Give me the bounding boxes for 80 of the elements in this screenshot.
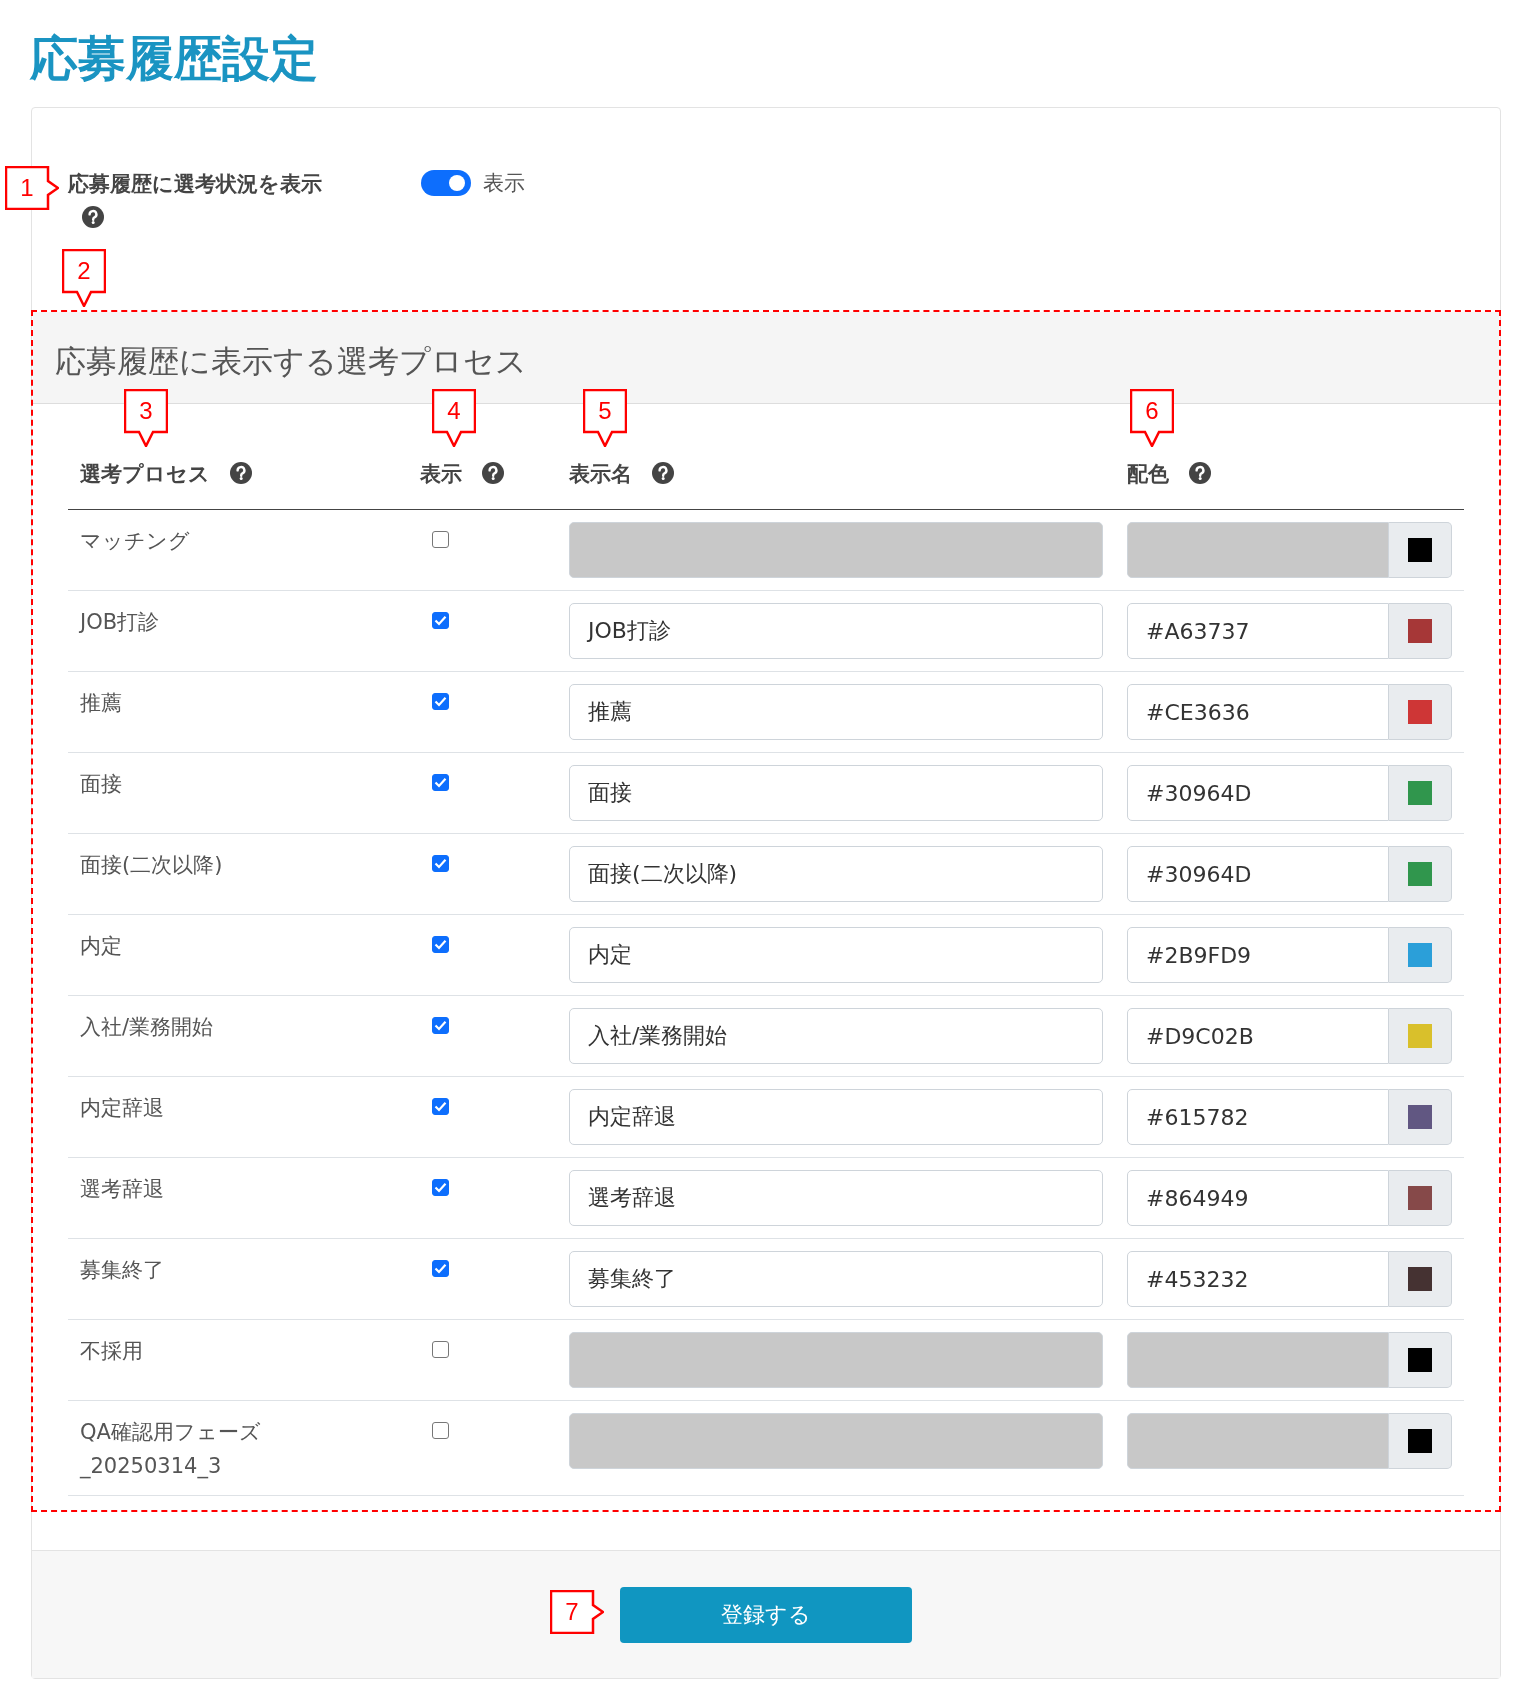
checkbox[interactable] bbox=[432, 1341, 449, 1358]
process-name: JOB打診 bbox=[78, 609, 161, 636]
color-swatch[interactable] bbox=[1408, 1105, 1432, 1129]
input-field[interactable]: 面接(二次以降) bbox=[569, 846, 1103, 902]
color-code-field[interactable]: #30964D bbox=[1127, 846, 1389, 902]
checkbox[interactable] bbox=[432, 1422, 449, 1439]
callout: 5 bbox=[583, 389, 627, 447]
setting-label: 応募履歴に選考状況を表示 bbox=[68, 171, 323, 198]
toggle-switch[interactable] bbox=[421, 170, 471, 196]
color-swatch[interactable] bbox=[1408, 943, 1432, 967]
input-field[interactable]: JOB打診 bbox=[569, 603, 1103, 659]
color-code-field[interactable]: #453232 bbox=[1127, 1251, 1389, 1307]
color-swatch[interactable] bbox=[1408, 1186, 1432, 1210]
input-field[interactable] bbox=[569, 522, 1103, 578]
color-code-field[interactable]: #615782 bbox=[1127, 1089, 1389, 1145]
process-name: 入社/業務開始 bbox=[79, 1014, 215, 1041]
help-icon[interactable] bbox=[1189, 462, 1211, 484]
process-name: マッチング bbox=[79, 528, 191, 555]
checkbox[interactable] bbox=[432, 855, 449, 872]
input-field[interactable]: 募集終了 bbox=[569, 1251, 1103, 1307]
process-name: QA確認用フェーズ _20250314_3 bbox=[78, 1419, 262, 1481]
checkbox[interactable] bbox=[432, 1098, 449, 1115]
input-field[interactable] bbox=[569, 1332, 1103, 1388]
color-swatch[interactable] bbox=[1408, 1267, 1432, 1291]
color-swatch[interactable] bbox=[1408, 1024, 1432, 1048]
checkbox[interactable] bbox=[432, 612, 449, 629]
color-swatch[interactable] bbox=[1408, 538, 1432, 562]
section-title: 応募履歴に表示する選考プロセス bbox=[55, 341, 527, 381]
help-icon[interactable] bbox=[82, 206, 104, 228]
input-field[interactable]: 内定 bbox=[569, 927, 1103, 983]
color-code-field[interactable]: #CE3636 bbox=[1127, 684, 1389, 740]
input-field[interactable]: 内定辞退 bbox=[569, 1089, 1103, 1145]
process-name: 内定 bbox=[79, 933, 123, 960]
color-code-field[interactable]: #A63737 bbox=[1127, 603, 1389, 659]
input-field[interactable]: 入社/業務開始 bbox=[569, 1008, 1103, 1064]
column-header: 選考プロセス bbox=[80, 462, 210, 486]
process-name: 推薦 bbox=[79, 690, 123, 717]
input-field[interactable]: 選考辞退 bbox=[569, 1170, 1103, 1226]
color-swatch[interactable] bbox=[1408, 619, 1432, 643]
checkbox[interactable] bbox=[432, 531, 449, 548]
page-title: 応募履歴設定 bbox=[28, 29, 319, 88]
checkbox[interactable] bbox=[432, 936, 449, 953]
callout: 1 bbox=[5, 166, 59, 210]
callout: 6 bbox=[1130, 389, 1174, 447]
help-icon[interactable] bbox=[482, 462, 504, 484]
column-header: 表示 bbox=[420, 462, 462, 486]
color-code-field[interactable] bbox=[1127, 1332, 1389, 1388]
checkbox[interactable] bbox=[432, 1017, 449, 1034]
help-icon[interactable] bbox=[230, 462, 252, 484]
process-name: 選考辞退 bbox=[79, 1176, 165, 1203]
help-icon[interactable] bbox=[652, 462, 674, 484]
process-name: 面接(二次以降) bbox=[79, 852, 224, 879]
checkbox[interactable] bbox=[432, 1260, 449, 1277]
color-code-field[interactable]: #D9C02B bbox=[1127, 1008, 1389, 1064]
callout: 4 bbox=[432, 389, 476, 447]
input-field[interactable] bbox=[569, 1413, 1103, 1469]
input-field[interactable]: 推薦 bbox=[569, 684, 1103, 740]
checkbox[interactable] bbox=[432, 693, 449, 710]
checkbox[interactable] bbox=[432, 774, 449, 791]
process-name: 募集終了 bbox=[79, 1257, 165, 1284]
process-name: 内定辞退 bbox=[79, 1095, 165, 1122]
color-code-field[interactable] bbox=[1127, 522, 1389, 578]
color-code-field[interactable]: #2B9FD9 bbox=[1127, 927, 1389, 983]
color-swatch[interactable] bbox=[1408, 781, 1432, 805]
color-swatch[interactable] bbox=[1408, 862, 1432, 886]
color-code-field[interactable]: #864949 bbox=[1127, 1170, 1389, 1226]
color-swatch[interactable] bbox=[1408, 1429, 1432, 1453]
color-code-field[interactable] bbox=[1127, 1413, 1389, 1469]
input-field[interactable]: 面接 bbox=[569, 765, 1103, 821]
checkbox[interactable] bbox=[432, 1179, 449, 1196]
callout: 2 bbox=[62, 249, 106, 307]
column-header: 配色 bbox=[1127, 462, 1169, 486]
color-swatch[interactable] bbox=[1408, 700, 1432, 724]
process-name: 面接 bbox=[79, 771, 123, 798]
color-code-field[interactable]: #30964D bbox=[1127, 765, 1389, 821]
toggle-label: 表示 bbox=[483, 170, 525, 196]
callout: 3 bbox=[124, 389, 168, 447]
process-name: 不採用 bbox=[79, 1338, 144, 1365]
color-swatch[interactable] bbox=[1408, 1348, 1432, 1372]
column-header: 表示名 bbox=[569, 462, 632, 486]
